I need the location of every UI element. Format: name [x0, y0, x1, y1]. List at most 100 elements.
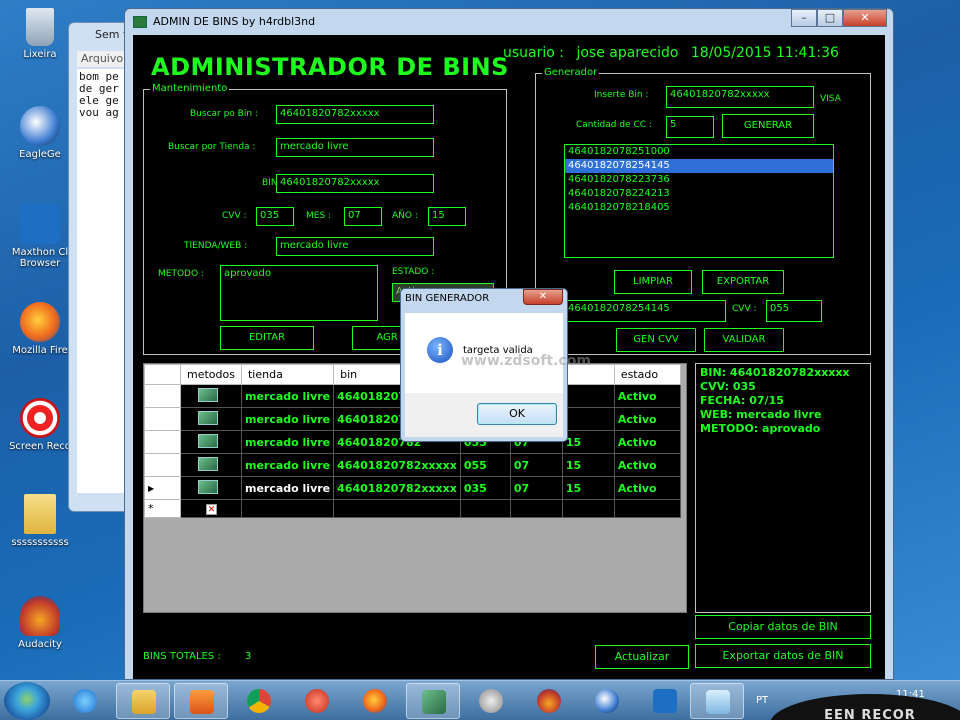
- gen-cvv-button[interactable]: GEN CVV: [616, 328, 696, 352]
- notepad-menu-arquivo[interactable]: Arquivo: [77, 51, 129, 67]
- estado-cell[interactable]: Activo: [613, 384, 681, 408]
- anio-input[interactable]: 15: [428, 207, 466, 226]
- tienda-cell[interactable]: mercado livre: [240, 453, 335, 477]
- taskbar-admin-bins[interactable]: [406, 683, 460, 719]
- metodo-textarea[interactable]: aprovado: [220, 265, 378, 321]
- taskbar-chrome[interactable]: [232, 683, 286, 719]
- empty-cell[interactable]: [561, 499, 615, 518]
- start-button[interactable]: [4, 682, 50, 720]
- desktop-icon-audacity[interactable]: Audacity: [4, 596, 76, 650]
- table-row-new[interactable]: * ✕: [144, 499, 681, 518]
- metodo-cell[interactable]: [180, 407, 242, 431]
- close-button[interactable]: ✕: [843, 9, 887, 27]
- generated-cards-list[interactable]: 4640182078251000 4640182078254145 464018…: [564, 144, 834, 258]
- bin-input[interactable]: 46401820782xxxxx: [276, 174, 434, 193]
- metodo-cell[interactable]: ✕: [180, 499, 242, 518]
- taskbar-audacity[interactable]: [522, 683, 576, 719]
- cvv-cell[interactable]: 035: [459, 476, 511, 500]
- anio-cell[interactable]: 15: [561, 476, 615, 500]
- empty-cell[interactable]: [509, 499, 563, 518]
- cvv-input[interactable]: 035: [256, 207, 294, 226]
- dialog-close-button[interactable]: ✕: [523, 289, 563, 305]
- copiar-datos-button[interactable]: Copiar datos de BIN: [695, 615, 871, 639]
- row-header[interactable]: [144, 430, 181, 454]
- cvv-cell[interactable]: 055: [459, 453, 511, 477]
- notepad-text[interactable]: bom pe de ger ele ge vou ag: [77, 69, 129, 493]
- mes-cell[interactable]: 07: [509, 476, 563, 500]
- desktop-icon-eagleget[interactable]: EagleGe: [4, 106, 76, 160]
- empty-cell[interactable]: [333, 499, 461, 518]
- taskbar-notepad[interactable]: [690, 683, 744, 719]
- col-tienda[interactable]: tienda: [240, 364, 335, 385]
- card-number-input[interactable]: 4640182078254145: [564, 300, 726, 322]
- cantidad-cc-input[interactable]: 5: [666, 116, 714, 138]
- mes-input[interactable]: 07: [344, 207, 382, 226]
- exportar-datos-button[interactable]: Exportar datos de BIN: [695, 644, 871, 668]
- taskbar-app-red[interactable]: [290, 683, 344, 719]
- estado-cell[interactable]: Activo: [613, 430, 681, 454]
- desktop-icon-screen-recorder[interactable]: Screen Reco: [4, 398, 76, 452]
- desktop-icon-firefox[interactable]: Mozilla Fire: [4, 302, 76, 356]
- taskbar-maxthon[interactable]: [638, 683, 692, 719]
- minimize-button[interactable]: –: [791, 9, 817, 27]
- estado-cell[interactable]: Activo: [613, 453, 681, 477]
- ok-button[interactable]: OK: [477, 403, 557, 425]
- maximize-button[interactable]: □: [817, 9, 843, 27]
- empty-cell[interactable]: [459, 499, 511, 518]
- taskbar-firefox[interactable]: [348, 683, 402, 719]
- tienda-cell[interactable]: mercado livre: [240, 384, 335, 408]
- col-metodos[interactable]: metodos: [180, 364, 242, 385]
- row-header-current[interactable]: ▶: [144, 476, 181, 500]
- tienda-input[interactable]: mercado livre: [276, 237, 434, 256]
- desktop-icon-lixeira[interactable]: Lixeira: [4, 8, 76, 60]
- row-header[interactable]: [144, 407, 181, 431]
- list-item[interactable]: 4640182078251000: [565, 145, 833, 159]
- metodo-cell[interactable]: [180, 453, 242, 477]
- taskbar-media-player[interactable]: [174, 683, 228, 719]
- col-estado[interactable]: estado: [613, 364, 681, 385]
- estado-cell[interactable]: Activo: [613, 476, 681, 500]
- empty-cell[interactable]: [240, 499, 335, 518]
- tienda-cell[interactable]: mercado livre: [240, 407, 335, 431]
- limpiar-button[interactable]: LIMPIAR: [614, 270, 692, 294]
- desktop-icon-maxthon[interactable]: Maxthon Cl Browser: [4, 204, 76, 269]
- list-item[interactable]: 4640182078218405: [565, 201, 833, 215]
- buscar-tienda-input[interactable]: mercado livre: [276, 138, 434, 157]
- metodo-cell[interactable]: [180, 430, 242, 454]
- tienda-cell[interactable]: mercado livre: [240, 430, 335, 454]
- tray-language[interactable]: PT: [756, 695, 768, 706]
- taskbar-app-gear[interactable]: [464, 683, 518, 719]
- desktop-icon-folder[interactable]: sssssssssss: [4, 494, 76, 548]
- empty-cell[interactable]: [613, 499, 681, 518]
- validar-button[interactable]: VALIDAR: [704, 328, 784, 352]
- list-item-selected[interactable]: 4640182078254145: [565, 159, 833, 173]
- table-row[interactable]: mercado livre 46401820782xxxxx 055 07 15…: [144, 453, 681, 477]
- anio-cell[interactable]: [561, 407, 615, 431]
- metodo-cell[interactable]: [180, 476, 242, 500]
- actualizar-button[interactable]: Actualizar: [595, 645, 689, 669]
- row-header[interactable]: [144, 384, 181, 408]
- editar-button[interactable]: EDITAR: [220, 326, 314, 350]
- estado-cell[interactable]: Activo: [613, 407, 681, 431]
- buscar-bin-input[interactable]: 46401820782xxxxx: [276, 105, 434, 124]
- generar-button[interactable]: GENERAR: [722, 114, 814, 138]
- bin-cell[interactable]: 46401820782xxxxx: [333, 453, 461, 477]
- mes-cell[interactable]: 07: [509, 453, 563, 477]
- table-row-current[interactable]: ▶ mercado livre 46401820782xxxxx 035 07 …: [144, 476, 681, 500]
- inserte-bin-input[interactable]: 46401820782xxxxx: [666, 86, 814, 108]
- taskbar-explorer[interactable]: [116, 683, 170, 719]
- anio-cell[interactable]: 15: [561, 453, 615, 477]
- bin-cell[interactable]: 46401820782xxxxx: [333, 476, 461, 500]
- exportar-button[interactable]: EXPORTAR: [702, 270, 784, 294]
- list-item[interactable]: 4640182078224213: [565, 187, 833, 201]
- taskbar-ie[interactable]: [58, 683, 112, 719]
- row-header[interactable]: [144, 453, 181, 477]
- tienda-cell[interactable]: mercado livre: [240, 476, 335, 500]
- list-item[interactable]: 4640182078223736: [565, 173, 833, 187]
- taskbar-eagleget[interactable]: [580, 683, 634, 719]
- anio-cell[interactable]: [561, 384, 615, 408]
- metodo-cell[interactable]: [180, 384, 242, 408]
- gen-cvv-input[interactable]: 055: [766, 300, 822, 322]
- notepad-window[interactable]: Sem t Arquivo bom pe de ger ele ge vou a…: [68, 22, 130, 512]
- row-header-new[interactable]: *: [144, 499, 181, 518]
